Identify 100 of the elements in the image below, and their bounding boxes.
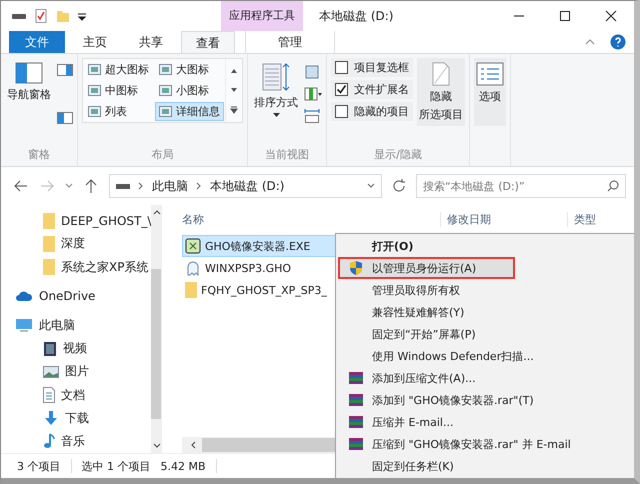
- layout-option[interactable]: 中图标: [84, 81, 153, 100]
- layout-option[interactable]: 小图标: [155, 81, 224, 100]
- music-note-icon: [43, 433, 55, 450]
- menu-item[interactable]: 兼容性疑难解答(Y): [338, 301, 634, 323]
- monitor-icon: [15, 318, 33, 332]
- back-icon[interactable]: [13, 178, 29, 194]
- options-icon: [476, 62, 504, 86]
- books-icon: [348, 370, 364, 386]
- ghost-icon: [185, 260, 201, 276]
- down-arrow-icon: [43, 410, 59, 426]
- sidebar-item[interactable]: OneDrive: [1, 284, 152, 308]
- selection-size: 5.42 MB: [160, 460, 206, 472]
- properties-icon[interactable]: [33, 8, 49, 24]
- ribbon-tab[interactable]: 查看: [181, 30, 235, 54]
- sidebar-item[interactable]: DEEP_GHOST_\: [1, 209, 152, 232]
- sidebar-item[interactable]: 深度: [1, 232, 152, 256]
- chevron-icon: [138, 182, 144, 190]
- fit-columns-icon[interactable]: [304, 108, 320, 124]
- sort-by-button[interactable]: 排序方式: [252, 58, 300, 121]
- column-header[interactable]: 修改日期: [440, 212, 567, 226]
- view-icon: [88, 85, 101, 96]
- refresh-icon[interactable]: [392, 179, 406, 193]
- menu-item[interactable]: 固定到任务栏(K): [338, 455, 634, 477]
- column-header[interactable]: 类型: [567, 212, 596, 226]
- view-icon: [88, 106, 101, 117]
- folder-icon: [185, 282, 197, 298]
- layout-option[interactable]: 超大图标: [84, 60, 153, 79]
- scroll-down-icon[interactable]: [152, 443, 161, 449]
- breadcrumb[interactable]: 此电脑: [152, 178, 188, 194]
- checkbox-label: 隐藏的项目: [354, 104, 409, 119]
- menu-item[interactable]: 添加到 "GHO镜像安装器.rar"(T): [338, 389, 634, 411]
- checkbox[interactable]: [335, 83, 348, 96]
- scroll-down-icon[interactable]: [230, 86, 238, 92]
- layout-option[interactable]: 列表: [84, 102, 153, 121]
- search-field[interactable]: 搜索“本地磁盘 (D:)”: [416, 174, 626, 198]
- menu-item[interactable]: 压缩到 "GHO镜像安装器.rar" 并 E-mail: [338, 433, 634, 455]
- options-button[interactable]: 选项: [474, 58, 506, 126]
- sidebar-item[interactable]: 下载: [1, 406, 152, 430]
- expand-gallery-icon[interactable]: [230, 106, 238, 114]
- menu-item[interactable]: 管理员取得所有权: [338, 279, 634, 301]
- caret-icon: [272, 113, 280, 117]
- breadcrumb[interactable]: 本地磁盘 (D:): [210, 178, 284, 194]
- column-header[interactable]: 名称: [182, 212, 440, 226]
- shield-icon: [348, 260, 364, 276]
- group-by-icon[interactable]: [304, 64, 320, 80]
- menu-item[interactable]: 以管理员身份运行(A): [338, 257, 515, 279]
- preview-pane-icon[interactable]: [57, 64, 73, 76]
- sidebar-item[interactable]: 图片: [1, 360, 152, 384]
- menu-item[interactable]: 使用 Windows Defender扫描...: [338, 345, 634, 367]
- up-icon[interactable]: [83, 178, 99, 194]
- sidebar-item[interactable]: 视频: [1, 337, 152, 360]
- folder-icon: [43, 236, 55, 252]
- option-checkbox[interactable]: 项目复选框: [331, 58, 413, 77]
- search-icon: [607, 180, 619, 192]
- group-label: 显示/隐藏: [373, 147, 423, 163]
- ribbon-tab[interactable]: 共享: [125, 31, 177, 53]
- layout-option[interactable]: 大图标: [155, 60, 224, 79]
- chevron-icon: [196, 182, 202, 190]
- group-label: 当前视图: [264, 147, 310, 163]
- sidebar-item[interactable]: 文档: [1, 383, 152, 407]
- layout-option[interactable]: 详细信息: [155, 102, 224, 121]
- sort-icon: [261, 62, 291, 92]
- checkbox[interactable]: [335, 105, 348, 118]
- dropdown-icon[interactable]: [367, 182, 375, 190]
- menu-item[interactable]: 固定到“开始”屏幕(P): [338, 323, 634, 345]
- sidebar-item[interactable]: 系统之家XP系统: [1, 255, 152, 279]
- menu-item[interactable]: 压缩并 E-mail...: [338, 411, 634, 433]
- scroll-up-icon[interactable]: [230, 68, 238, 74]
- ribbon-tab[interactable]: 文件: [9, 31, 65, 53]
- group-label: 布局: [150, 147, 174, 163]
- address-bar[interactable]: 此电脑 本地磁盘 (D:): [109, 174, 382, 198]
- item-count: 3 个项目: [17, 458, 60, 474]
- picture-icon: [43, 366, 59, 378]
- recent-locations-icon[interactable]: [65, 182, 73, 190]
- books-icon: [348, 436, 364, 452]
- hide-selected-button[interactable]: 隐藏 所选项目: [417, 58, 465, 126]
- ribbon-tab[interactable]: 主页: [69, 31, 121, 53]
- option-checkbox[interactable]: 隐藏的项目: [331, 102, 413, 121]
- option-checkbox[interactable]: 文件扩展名: [331, 80, 413, 99]
- navigation-pane-button[interactable]: 导航窗格: [5, 58, 53, 106]
- sidebar-item[interactable]: 音乐: [1, 430, 152, 454]
- view-icon: [88, 64, 101, 75]
- window-title: 本地磁盘 (D:): [319, 8, 394, 24]
- books-icon: [348, 414, 364, 430]
- pane-layout-icon: [15, 62, 43, 84]
- checkbox-label: 项目复选框: [354, 60, 409, 75]
- ribbon-tab[interactable]: 管理: [245, 31, 335, 53]
- scroll-up-icon[interactable]: [152, 209, 161, 215]
- installer-icon: [185, 238, 201, 254]
- selection-info: 选中 1 个项目: [82, 458, 150, 474]
- checkbox[interactable]: [335, 61, 348, 74]
- menu-item[interactable]: 添加到压缩文件(A)...: [338, 367, 634, 389]
- sidebar-item[interactable]: 此电脑: [1, 314, 152, 338]
- help-icon[interactable]: [610, 34, 626, 50]
- add-columns-icon[interactable]: [304, 86, 322, 102]
- books-icon: [348, 392, 364, 408]
- group-label: 窗格: [27, 147, 51, 163]
- details-pane-icon[interactable]: [57, 112, 73, 124]
- view-icon: [159, 106, 172, 117]
- scroll-left-icon[interactable]: [190, 441, 196, 449]
